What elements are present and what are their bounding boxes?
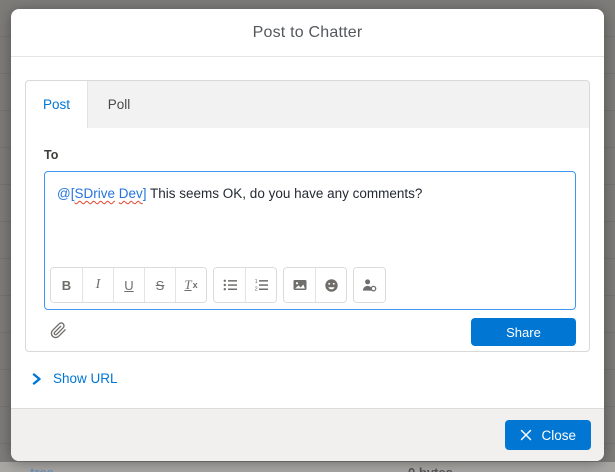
svg-text:2: 2 (255, 287, 258, 292)
font-style-group: B I U S Tx (50, 267, 207, 303)
share-button[interactable]: Share (471, 318, 576, 346)
show-url-label: Show URL (53, 371, 118, 386)
italic-button[interactable]: I (82, 268, 113, 302)
background-file-size: 0 bytes (408, 463, 453, 472)
message-text: This seems OK, do you have any comments? (147, 186, 423, 201)
mention-pill[interactable]: @[SDrive Dev] (57, 186, 147, 201)
chevron-right-icon (31, 373, 42, 385)
background-link-tree: tree (30, 463, 54, 472)
add-user-button[interactable] (354, 268, 385, 302)
attach-file-button[interactable] (50, 322, 67, 342)
tab-poll[interactable]: Poll (88, 81, 150, 128)
bulleted-list-button[interactable] (214, 268, 245, 302)
modal-footer: Close (11, 408, 604, 461)
remove-formatting-button[interactable]: Tx (175, 268, 206, 302)
list-group: 1 2 (213, 267, 277, 303)
modal-title: Post to Chatter (253, 24, 363, 42)
svg-text:1: 1 (255, 279, 258, 285)
show-url-toggle[interactable]: Show URL (31, 371, 118, 386)
close-label: Close (541, 428, 576, 443)
close-button[interactable]: Close (505, 420, 591, 450)
modal-header: Post to Chatter (11, 9, 604, 57)
underline-button[interactable]: U (113, 268, 144, 302)
tabstrip: Post Poll (26, 81, 589, 128)
tab-post[interactable]: Post (26, 81, 88, 128)
to-label: To (44, 148, 576, 162)
message-input[interactable]: @[SDrive Dev] This seems OK, do you have… (45, 172, 575, 267)
insert-emoji-icon (324, 278, 339, 293)
media-group (283, 267, 347, 303)
numbered-list-icon: 1 2 (254, 278, 268, 292)
share-row: Share (44, 318, 576, 346)
strikethrough-button[interactable]: S (144, 268, 175, 302)
insert-image-button[interactable] (284, 268, 315, 302)
close-icon (520, 429, 532, 441)
rich-text-editor: @[SDrive Dev] This seems OK, do you have… (44, 171, 576, 310)
add-user-icon (362, 278, 377, 293)
insert-image-icon (293, 278, 307, 292)
mention-group (353, 267, 386, 303)
post-to-chatter-modal: Post to Chatter Post Poll To @[SDrive De… (11, 9, 604, 461)
bold-button[interactable]: B (51, 268, 82, 302)
formatting-toolbar: B I U S Tx (45, 267, 575, 309)
insert-emoji-button[interactable] (315, 268, 346, 302)
attach-file-icon (50, 322, 67, 339)
bulleted-list-icon (223, 278, 237, 292)
post-tab-panel: To @[SDrive Dev] This seems OK, do you h… (26, 128, 589, 351)
modal-body: Post Poll To @[SDrive Dev] This seems OK… (11, 57, 604, 408)
background-table-row: tree 0 bytes (0, 462, 615, 472)
numbered-list-button[interactable]: 1 2 (245, 268, 276, 302)
composer-card: Post Poll To @[SDrive Dev] This seems OK… (25, 80, 590, 352)
